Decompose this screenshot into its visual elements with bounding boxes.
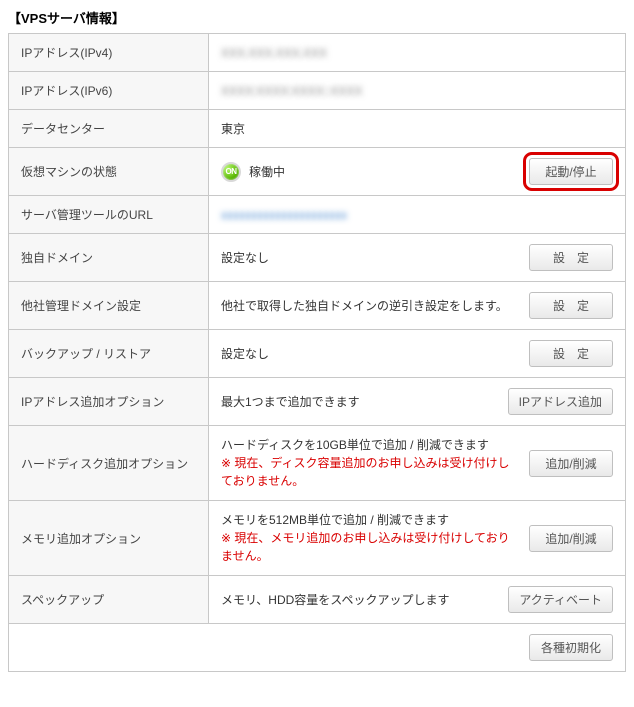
value-ipv4: XXX.XXX.XXX.XXX (209, 34, 626, 72)
row-tool-url: サーバ管理ツールのURL xxxxxxxxxxxxxxxxxxxxx (9, 196, 626, 234)
row-specup: スペックアップ メモリ、HDD容量をスペックアップします アクティベート (9, 576, 626, 624)
footer-cell: 各種初期化 (9, 624, 626, 672)
row-ipv4: IPアドレス(IPv4) XXX.XXX.XXX.XXX (9, 34, 626, 72)
vm-status-wrap: ON 稼働中 (221, 162, 285, 182)
row-datacenter: データセンター 東京 (9, 110, 626, 148)
value-datacenter: 東京 (209, 110, 626, 148)
hdd-desc: ハードディスクを10GB単位で追加 / 削減できます (221, 438, 489, 452)
mem-desc: メモリを512MB単位で追加 / 削減できます (221, 513, 449, 527)
backup-text: 設定なし (221, 345, 521, 363)
label-mem-addon: メモリ追加オプション (9, 501, 209, 576)
ip-addon-text: 最大1つまで追加できます (221, 393, 500, 411)
label-hdd-addon: ハードディスク追加オプション (9, 426, 209, 501)
reset-button[interactable]: 各種初期化 (529, 634, 613, 661)
label-ipv6: IPアドレス(IPv6) (9, 72, 209, 110)
label-vm-status: 仮想マシンの状態 (9, 148, 209, 196)
hdd-adjust-button[interactable]: 追加/削減 (529, 450, 613, 477)
value-ip-addon: 最大1つまで追加できます IPアドレス追加 (209, 378, 626, 426)
row-hdd-addon: ハードディスク追加オプション ハードディスクを10GB単位で追加 / 削減できま… (9, 426, 626, 501)
value-ipv6: XXXX:XXXX:XXXX::XXXX (209, 72, 626, 110)
row-domain: 独自ドメイン 設定なし 設 定 (9, 234, 626, 282)
backup-config-button[interactable]: 設 定 (529, 340, 613, 367)
ip-add-button[interactable]: IPアドレス追加 (508, 388, 613, 415)
domain-text: 設定なし (221, 249, 521, 267)
value-other-domain: 他社で取得した独自ドメインの逆引き設定をします。 設 定 (209, 282, 626, 330)
label-backup: バックアップ / リストア (9, 330, 209, 378)
value-backup: 設定なし 設 定 (209, 330, 626, 378)
label-datacenter: データセンター (9, 110, 209, 148)
label-ipv4: IPアドレス(IPv4) (9, 34, 209, 72)
ipv4-text: XXX.XXX.XXX.XXX (221, 46, 327, 60)
vps-info-panel: 【VPSサーバ情報】 IPアドレス(IPv4) XXX.XXX.XXX.XXX … (8, 8, 626, 672)
label-ip-addon: IPアドレス追加オプション (9, 378, 209, 426)
label-specup: スペックアップ (9, 576, 209, 624)
value-tool-url: xxxxxxxxxxxxxxxxxxxxx (209, 196, 626, 234)
value-vm-status: ON 稼働中 起動/停止 (209, 148, 626, 196)
start-stop-button[interactable]: 起動/停止 (529, 158, 613, 185)
info-table: IPアドレス(IPv4) XXX.XXX.XXX.XXX IPアドレス(IPv6… (8, 33, 626, 672)
label-other-domain: 他社管理ドメイン設定 (9, 282, 209, 330)
label-domain: 独自ドメイン (9, 234, 209, 282)
mem-warning: ※ 現在、メモリ追加のお申し込みは受け付けしておりません。 (221, 531, 510, 563)
other-domain-config-button[interactable]: 設 定 (529, 292, 613, 319)
row-other-domain: 他社管理ドメイン設定 他社で取得した独自ドメインの逆引き設定をします。 設 定 (9, 282, 626, 330)
other-domain-text: 他社で取得した独自ドメインの逆引き設定をします。 (221, 297, 521, 315)
specup-text: メモリ、HDD容量をスペックアップします (221, 591, 500, 609)
row-vm-status: 仮想マシンの状態 ON 稼働中 起動/停止 (9, 148, 626, 196)
label-tool-url: サーバ管理ツールのURL (9, 196, 209, 234)
vm-status-text: 稼働中 (249, 163, 285, 180)
row-backup: バックアップ / リストア 設定なし 設 定 (9, 330, 626, 378)
activate-button[interactable]: アクティベート (508, 586, 613, 613)
hdd-addon-text: ハードディスクを10GB単位で追加 / 削減できます ※ 現在、ディスク容量追加… (221, 436, 521, 490)
row-ip-addon: IPアドレス追加オプション 最大1つまで追加できます IPアドレス追加 (9, 378, 626, 426)
panel-title: 【VPSサーバ情報】 (8, 8, 626, 27)
value-mem-addon: メモリを512MB単位で追加 / 削減できます ※ 現在、メモリ追加のお申し込み… (209, 501, 626, 576)
hdd-warning: ※ 現在、ディスク容量追加のお申し込みは受け付けしておりません。 (221, 456, 510, 488)
row-ipv6: IPアドレス(IPv6) XXXX:XXXX:XXXX::XXXX (9, 72, 626, 110)
value-hdd-addon: ハードディスクを10GB単位で追加 / 削減できます ※ 現在、ディスク容量追加… (209, 426, 626, 501)
domain-config-button[interactable]: 設 定 (529, 244, 613, 271)
value-domain: 設定なし 設 定 (209, 234, 626, 282)
on-icon: ON (221, 162, 241, 182)
value-specup: メモリ、HDD容量をスペックアップします アクティベート (209, 576, 626, 624)
row-footer: 各種初期化 (9, 624, 626, 672)
mem-addon-text: メモリを512MB単位で追加 / 削減できます ※ 現在、メモリ追加のお申し込み… (221, 511, 521, 565)
row-mem-addon: メモリ追加オプション メモリを512MB単位で追加 / 削減できます ※ 現在、… (9, 501, 626, 576)
tool-url-link[interactable]: xxxxxxxxxxxxxxxxxxxxx (221, 208, 347, 222)
mem-adjust-button[interactable]: 追加/削減 (529, 525, 613, 552)
ipv6-text: XXXX:XXXX:XXXX::XXXX (221, 84, 362, 98)
